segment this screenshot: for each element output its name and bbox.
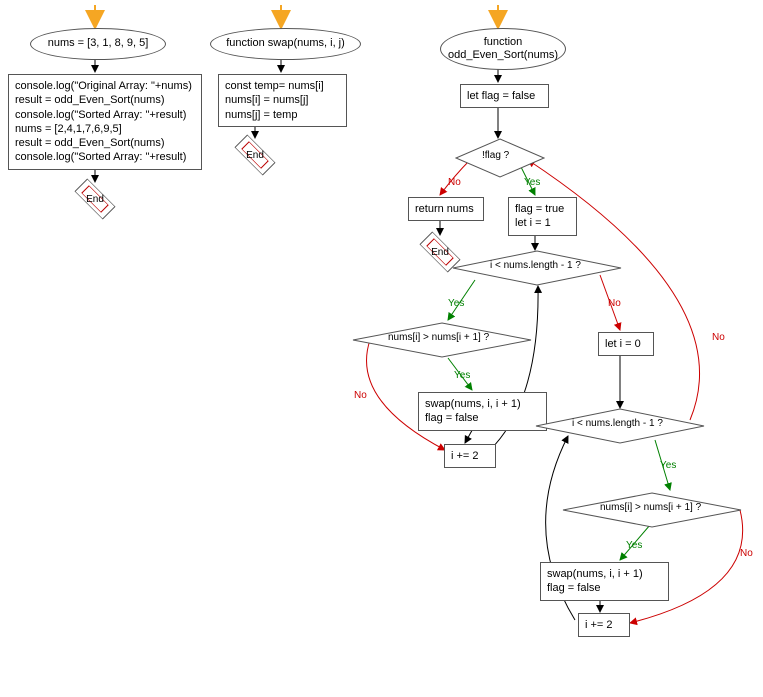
swap-body-box: const temp= nums[i] nums[i] = nums[j] nu… [218, 74, 347, 127]
edge-yes: Yes [524, 177, 540, 188]
swap2-text: swap(nums, i, i + 1) flag = false [547, 568, 643, 594]
swap-body-text: const temp= nums[i] nums[i] = nums[j] nu… [225, 80, 324, 121]
i0-box: let i = 0 [598, 332, 654, 356]
edge-yes: Yes [626, 540, 642, 551]
return-text: return nums [415, 203, 474, 215]
sort-start-text: function odd_Even_Sort(nums) [443, 36, 563, 62]
inc2-text: i += 2 [585, 619, 613, 631]
edge-no: No [354, 390, 367, 401]
loop1-cond-text: i < nums.length - 1 ? [490, 260, 581, 271]
swap-end-node: End [235, 140, 275, 170]
end-label: End [420, 237, 460, 267]
return-box: return nums [408, 197, 484, 221]
flag-false-box: let flag = false [460, 84, 549, 108]
inc1-box: i += 2 [444, 444, 496, 468]
flag-true-box: flag = true let i = 1 [508, 197, 577, 236]
end-label: End [235, 140, 275, 170]
flowchart-canvas: nums = [3, 1, 8, 9, 5] console.log("Orig… [0, 0, 763, 697]
flag-false-text: let flag = false [467, 90, 535, 102]
main-body-box: console.log("Original Array: "+nums) res… [8, 74, 202, 170]
inc1-text: i += 2 [451, 450, 479, 462]
main-start-text: nums = [3, 1, 8, 9, 5] [48, 37, 149, 50]
edge-no: No [608, 298, 621, 309]
swap1-box: swap(nums, i, i + 1) flag = false [418, 392, 547, 431]
flag-true-text: flag = true let i = 1 [515, 203, 564, 229]
notflag-text: !flag ? [482, 150, 509, 161]
edge-yes: Yes [448, 298, 464, 309]
edge-no: No [712, 332, 725, 343]
sort-end-node: End [420, 237, 460, 267]
end-label: End [75, 184, 115, 214]
i0-text: let i = 0 [605, 338, 641, 350]
edge-no: No [740, 548, 753, 559]
loop2-cond-text: i < nums.length - 1 ? [572, 418, 663, 429]
swap2-box: swap(nums, i, i + 1) flag = false [540, 562, 669, 601]
cmp2-text: nums[i] > nums[i + 1] ? [600, 502, 701, 513]
edge-yes: Yes [660, 460, 676, 471]
swap1-text: swap(nums, i, i + 1) flag = false [425, 398, 521, 424]
inc2-box: i += 2 [578, 613, 630, 637]
edge-yes: Yes [454, 370, 470, 381]
main-body-text: console.log("Original Array: "+nums) res… [15, 80, 192, 163]
main-end-node: End [75, 184, 115, 214]
main-start-ellipse: nums = [3, 1, 8, 9, 5] [30, 28, 166, 60]
swap-start-ellipse: function swap(nums, i, j) [210, 28, 361, 60]
edge-no: No [448, 177, 461, 188]
swap-start-text: function swap(nums, i, j) [226, 37, 345, 50]
cmp1-text: nums[i] > nums[i + 1] ? [388, 332, 489, 343]
sort-start-ellipse: function odd_Even_Sort(nums) [440, 28, 566, 70]
